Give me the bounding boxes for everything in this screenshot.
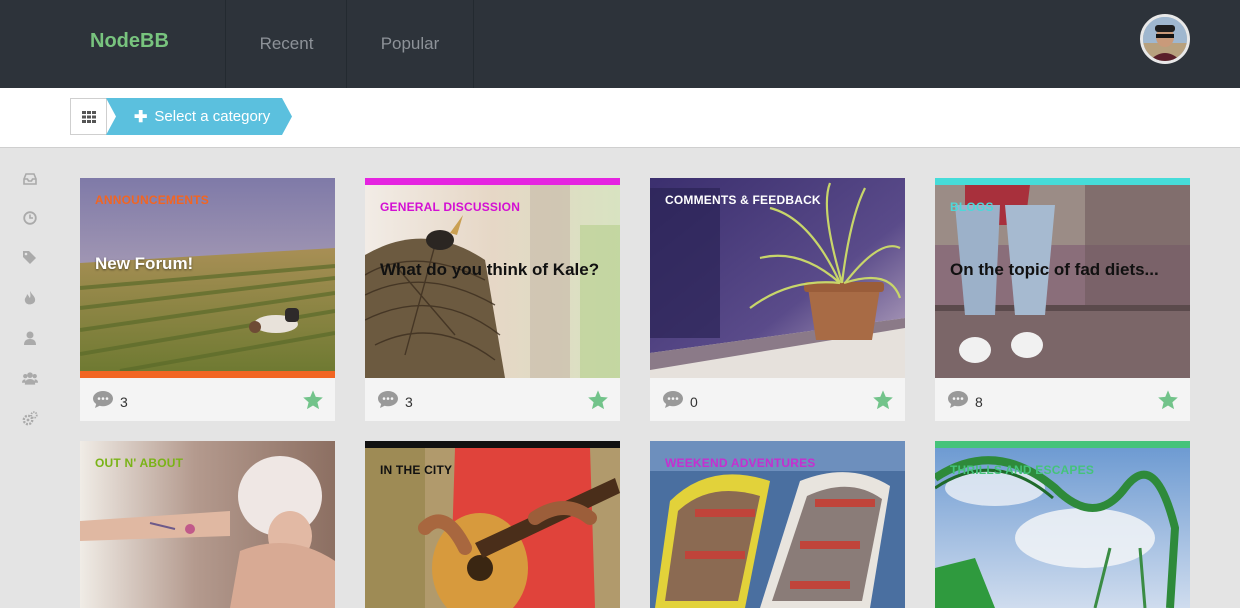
sidebar <box>0 149 60 608</box>
inbox-icon[interactable] <box>22 171 38 187</box>
card-category-label[interactable]: BLOGS <box>950 200 994 214</box>
select-category-button[interactable]: ✚ Select a category <box>106 98 292 135</box>
card-category-label[interactable]: OUT N' ABOUT <box>95 456 183 470</box>
card-footer: 8 <box>935 378 1190 421</box>
card-topic-title[interactable]: On the topic of fad diets... <box>950 260 1159 280</box>
star-icon[interactable] <box>587 389 609 411</box>
topic-count: 8 <box>975 394 983 410</box>
category-card-announcements[interactable]: ANNOUNCEMENTS New Forum! 3 <box>80 178 335 421</box>
topic-count: 0 <box>690 394 698 410</box>
card-category-label[interactable]: THRILLS AND ESCAPES <box>950 463 1094 477</box>
card-image <box>650 178 905 378</box>
top-navbar: NodeBB Recent Popular <box>0 0 1240 88</box>
chat-icon <box>378 391 398 408</box>
avatar-photo <box>1143 17 1187 61</box>
cogs-icon[interactable] <box>22 410 38 426</box>
card-color-bar <box>365 178 620 185</box>
tags-icon[interactable] <box>22 249 38 265</box>
card-category-label[interactable]: ANNOUNCEMENTS <box>95 193 209 207</box>
card-topic-title[interactable]: New Forum! <box>95 254 193 274</box>
nav-recent[interactable]: Recent <box>225 0 347 88</box>
chat-icon <box>93 391 113 408</box>
category-card-blogs[interactable]: BLOGS On the topic of fad diets... 8 <box>935 178 1190 421</box>
card-color-bar <box>365 441 620 448</box>
clock-icon[interactable] <box>22 210 38 226</box>
card-color-bar <box>80 371 335 378</box>
grid-view-button[interactable] <box>70 98 107 135</box>
card-color-bar <box>935 441 1190 448</box>
card-category-label[interactable]: IN THE CITY <box>380 463 452 477</box>
user-avatar[interactable] <box>1140 14 1190 64</box>
category-card-in-the-city[interactable]: IN THE CITY <box>365 441 620 608</box>
card-category-label[interactable]: GENERAL DISCUSSION <box>380 200 520 214</box>
category-card-weekend-adventures[interactable]: WEEKEND ADVENTURES <box>650 441 905 608</box>
category-card-comments-feedback[interactable]: COMMENTS & FEEDBACK 0 <box>650 178 905 421</box>
category-card-general-discussion[interactable]: GENERAL DISCUSSION What do you think of … <box>365 178 620 421</box>
chat-icon <box>663 391 683 408</box>
topic-count: 3 <box>405 394 413 410</box>
card-category-label[interactable]: WEEKEND ADVENTURES <box>665 456 816 470</box>
category-card-thrills-escapes[interactable]: THRILLS AND ESCAPES <box>935 441 1190 608</box>
star-icon[interactable] <box>302 389 324 411</box>
card-footer: 3 <box>80 378 335 421</box>
star-icon[interactable] <box>872 389 894 411</box>
card-topic-title[interactable]: What do you think of Kale? <box>380 260 599 280</box>
star-icon[interactable] <box>1157 389 1179 411</box>
plus-icon: ✚ <box>134 108 148 126</box>
topic-count: 3 <box>120 394 128 410</box>
card-footer: 0 <box>650 378 905 421</box>
card-category-label[interactable]: COMMENTS & FEEDBACK <box>665 193 821 207</box>
fire-icon[interactable] <box>22 290 38 306</box>
user-icon[interactable] <box>22 330 38 346</box>
select-category-label: Select a category <box>154 108 271 125</box>
grid-icon <box>81 110 96 123</box>
chat-icon <box>948 391 968 408</box>
nav-popular[interactable]: Popular <box>346 0 474 88</box>
card-color-bar <box>935 178 1190 185</box>
category-card-out-n-about[interactable]: OUT N' ABOUT <box>80 441 335 608</box>
brand-logo[interactable]: NodeBB <box>90 30 169 53</box>
users-icon[interactable] <box>22 370 38 386</box>
card-footer: 3 <box>365 378 620 421</box>
